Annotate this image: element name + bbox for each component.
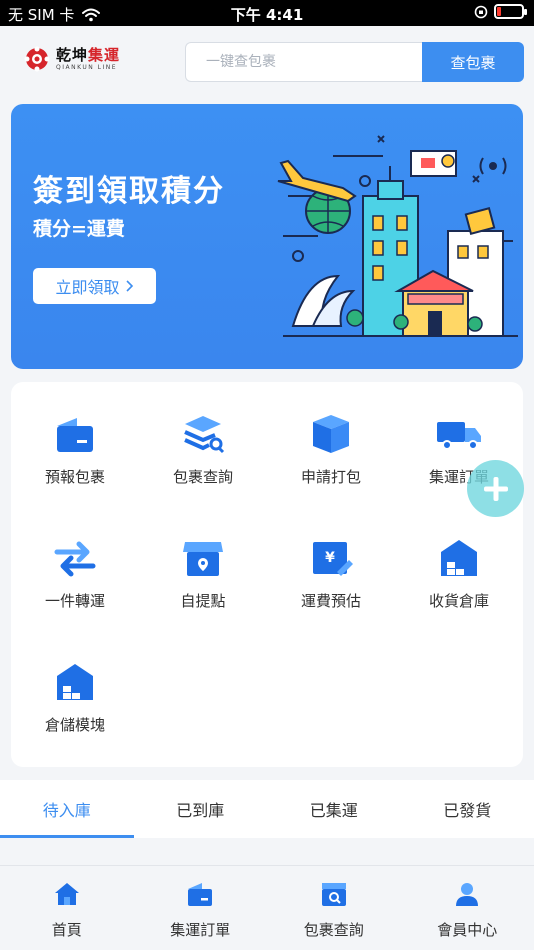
nav-home[interactable]: 首頁 xyxy=(0,866,134,950)
forecast-box-icon xyxy=(57,418,93,452)
fee-estimate-icon: ¥ xyxy=(313,542,353,576)
parcel-search-icon xyxy=(184,416,225,454)
search-bar: 查包裹 xyxy=(185,42,524,82)
logo-text-cn-accent: 集運 xyxy=(88,45,121,64)
search-button[interactable]: 查包裹 xyxy=(422,42,524,82)
battery-icon xyxy=(494,4,527,19)
promo-banner[interactable]: 簽到領取積分 積分=運費 立即領取 xyxy=(11,104,523,369)
orientation-lock-icon xyxy=(474,5,488,18)
nav-label: 首頁 xyxy=(51,921,82,939)
user-icon xyxy=(456,883,479,906)
logo-text-cn: 乾坤 xyxy=(56,45,89,64)
tab-consolidated[interactable]: 已集運 xyxy=(267,780,401,838)
parcel-status-tabs: 待入庫 已到庫 已集運 已發貨 xyxy=(0,780,534,838)
service-fee-estimate[interactable]: ¥ 運費預估 xyxy=(267,506,395,616)
city-illustration-icon xyxy=(277,135,518,337)
logo-mark-icon xyxy=(24,46,50,72)
nav-consolidation-orders[interactable]: 集運訂單 xyxy=(134,866,268,950)
home-icon xyxy=(54,883,79,905)
banner-title: 簽到領取積分 xyxy=(33,174,225,209)
tab-arrived[interactable]: 已到庫 xyxy=(134,780,268,838)
service-label: 自提點 xyxy=(180,592,226,610)
claim-now-label: 立即領取 xyxy=(55,278,120,297)
storage-module-icon xyxy=(57,664,93,700)
brand-logo: 乾坤集運 QIANKUN LINE xyxy=(24,46,120,72)
service-label: 運費預估 xyxy=(300,592,361,610)
transfer-arrows-icon xyxy=(54,541,96,577)
service-label: 申請打包 xyxy=(300,468,361,486)
service-receiving-warehouse[interactable]: 收貨倉庫 xyxy=(395,506,523,616)
parcel-search-icon xyxy=(321,883,346,906)
service-label: 一件轉運 xyxy=(44,592,105,610)
status-bar: 无 SIM 卡 下午 4:41 xyxy=(0,0,534,26)
service-pickup-point[interactable]: 自提點 xyxy=(139,506,267,616)
package-box-icon xyxy=(313,415,349,453)
service-parcel-search[interactable]: 包裹查詢 xyxy=(139,382,267,492)
service-label: 預報包裹 xyxy=(44,468,105,486)
service-request-packing[interactable]: 申請打包 xyxy=(267,382,395,492)
chevron-right-icon xyxy=(125,280,133,292)
svg-text:¥: ¥ xyxy=(325,550,335,566)
logo-text-en: QIANKUN LINE xyxy=(56,63,118,71)
warehouse-icon xyxy=(441,540,477,576)
tab-pending-inbound[interactable]: 待入庫 xyxy=(0,780,134,838)
claim-now-button[interactable]: 立即領取 xyxy=(33,268,156,304)
service-forecast-parcel[interactable]: 預報包裹 xyxy=(11,382,139,492)
nav-label: 集運訂單 xyxy=(170,921,231,939)
service-storage-module[interactable]: 倉儲模塊 xyxy=(11,630,139,740)
header: 乾坤集運 QIANKUN LINE 查包裹 xyxy=(0,26,534,100)
nav-label: 包裹查詢 xyxy=(303,921,364,939)
plus-icon xyxy=(483,476,508,501)
services-grid: 預報包裹 包裹查詢 申請打包 集運訂單 一件轉運 自提點 ¥ 運費預估 收貨倉庫… xyxy=(11,382,523,767)
service-label: 收貨倉庫 xyxy=(428,592,489,610)
tab-shipped[interactable]: 已發貨 xyxy=(401,780,534,838)
nav-parcel-search[interactable]: 包裹查詢 xyxy=(267,866,401,950)
clock: 下午 4:41 xyxy=(230,6,304,24)
service-label: 包裹查詢 xyxy=(172,468,233,486)
order-icon xyxy=(188,883,213,906)
bottom-nav: 首頁 集運訂單 包裹查詢 會員中心 xyxy=(0,865,534,950)
service-single-transfer[interactable]: 一件轉運 xyxy=(11,506,139,616)
service-label: 倉儲模塊 xyxy=(44,716,105,734)
search-input[interactable] xyxy=(185,42,422,82)
truck-icon xyxy=(437,422,481,450)
store-pickup-icon xyxy=(183,542,223,576)
floating-add-button[interactable] xyxy=(467,460,524,517)
banner-subtitle: 積分=運費 xyxy=(33,218,125,240)
nav-member-center[interactable]: 會員中心 xyxy=(401,866,534,950)
nav-label: 會員中心 xyxy=(437,921,498,939)
